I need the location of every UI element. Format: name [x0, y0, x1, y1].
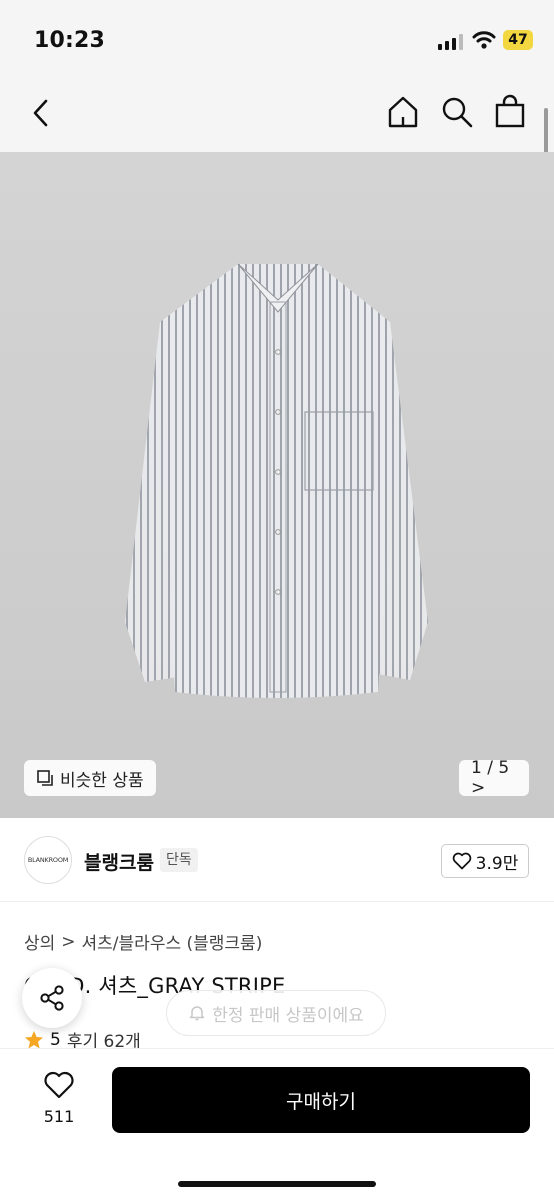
search-icon[interactable]	[440, 95, 474, 129]
breadcrumb: 상의 > 셔츠/블라우스 (블랭크룸)	[24, 929, 263, 955]
heart-icon	[452, 852, 471, 870]
wifi-icon	[472, 31, 496, 49]
heart-outline-icon	[44, 1071, 74, 1099]
brand-like-button[interactable]: 3.9만	[441, 844, 529, 878]
breadcrumb-separator: >	[61, 931, 76, 952]
similar-products-label: 비슷한 상품	[60, 770, 144, 791]
star-icon	[25, 1030, 43, 1048]
brand-logo-text: BLANKROOM	[27, 856, 69, 864]
similar-products-button[interactable]: 비슷한 상품	[24, 760, 156, 796]
status-bar: 10:23 47	[0, 0, 554, 80]
wishlist-count: 511	[43, 1107, 75, 1126]
shopping-bag-icon[interactable]	[494, 94, 526, 128]
limited-sale-text: 한정 판매 상품이에요	[212, 1005, 364, 1026]
share-icon	[40, 985, 64, 1011]
breadcrumb-category[interactable]: 상의	[24, 929, 55, 954]
exclusive-badge: 단독	[160, 848, 198, 872]
product-image-gallery[interactable]: 비슷한 상품 1 / 5 >	[0, 152, 554, 818]
product-photo	[0, 152, 554, 818]
top-nav	[0, 80, 554, 152]
brand-logo[interactable]: BLANKROOM	[24, 836, 72, 884]
share-button[interactable]	[22, 968, 82, 1028]
home-indicator	[178, 1181, 376, 1187]
image-page-indicator[interactable]: 1 / 5 >	[459, 758, 529, 798]
brand-row[interactable]: BLANKROOM 블랭크룸 단독 3.9만	[0, 818, 554, 902]
signal-icon	[438, 34, 463, 50]
bell-icon	[189, 1006, 205, 1021]
wishlist-button[interactable]: 511	[26, 1071, 92, 1126]
brand-name[interactable]: 블랭크룸	[84, 848, 154, 875]
battery-indicator: 47	[503, 30, 533, 50]
status-time: 10:23	[34, 28, 106, 53]
rating-score: 5	[50, 1029, 61, 1050]
breadcrumb-subcategory[interactable]: 셔츠/블라우스 (블랭크룸)	[82, 929, 263, 954]
bottom-action-bar: 511 구매하기	[0, 1048, 554, 1200]
brand-like-count: 3.9만	[475, 853, 519, 874]
chevron-left-icon[interactable]	[30, 98, 52, 128]
image-page-label: 1 / 5 >	[471, 758, 510, 798]
limited-sale-toast: 한정 판매 상품이에요	[166, 990, 386, 1036]
home-icon[interactable]	[386, 95, 420, 129]
copy-icon	[37, 770, 53, 786]
buy-button[interactable]: 구매하기	[112, 1067, 530, 1133]
